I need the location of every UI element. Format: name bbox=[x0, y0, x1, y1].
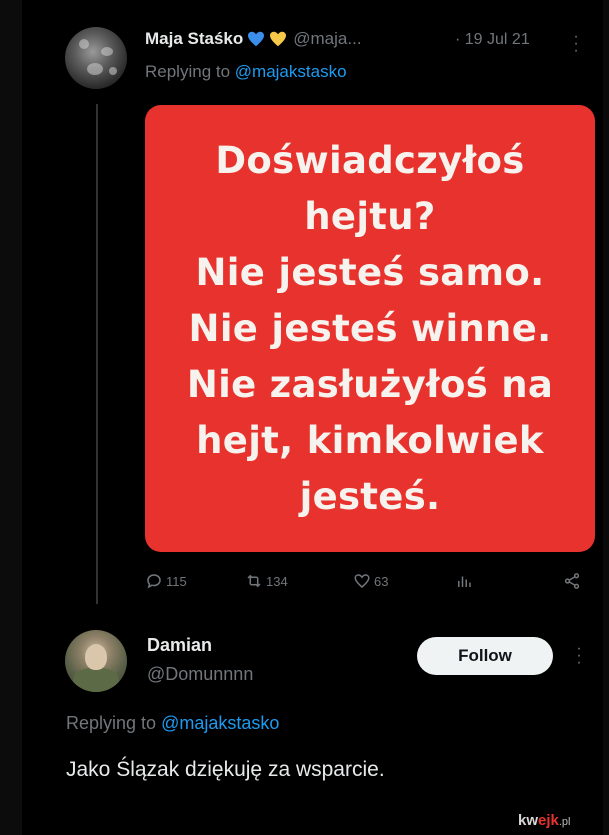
more-options-icon[interactable]: · · · bbox=[575, 641, 583, 671]
like-count: 63 bbox=[374, 573, 389, 589]
replying-to-label: Replying to bbox=[66, 713, 162, 733]
yellow-heart-icon bbox=[270, 31, 287, 47]
replying-to: Replying to @majakstasko bbox=[66, 713, 279, 734]
image-text-line: Nie zasłużyłoś na bbox=[186, 362, 554, 406]
retweet-button[interactable]: 134 bbox=[245, 572, 288, 590]
watermark-part: ejk bbox=[538, 812, 559, 829]
reply-count: 115 bbox=[166, 573, 187, 589]
reply-icon bbox=[147, 574, 161, 589]
image-text-line: hejtu? bbox=[304, 194, 436, 238]
tweet-text: Jako Ślązak dziękuję za wsparcie. bbox=[66, 758, 385, 781]
author-handle[interactable]: @Domunnnn bbox=[147, 664, 253, 685]
watermark-part: kw bbox=[518, 812, 539, 829]
tweet-timestamp[interactable]: · 19 Jul 21 bbox=[455, 31, 530, 49]
retweet-icon bbox=[247, 574, 261, 588]
image-text-line: Nie jesteś winne. bbox=[188, 306, 552, 350]
image-text: Doświadczyłoś hejtu? Nie jesteś samo. Ni… bbox=[187, 133, 553, 525]
replying-to-mention[interactable]: @majakstasko bbox=[235, 62, 347, 81]
replying-to-mention[interactable]: @majakstasko bbox=[161, 713, 279, 733]
watermark-part: .pl bbox=[558, 816, 571, 828]
share-icon bbox=[564, 573, 580, 589]
retweet-count: 134 bbox=[266, 573, 288, 589]
thread-connector-line bbox=[96, 104, 98, 604]
author-name[interactable]: Damian bbox=[147, 635, 212, 656]
replying-to: Replying to @majakstasko bbox=[145, 62, 347, 82]
author-name[interactable]: Maja Staśko bbox=[145, 29, 243, 49]
tweet-header: Maja Staśko @maja... bbox=[145, 29, 362, 49]
tweet-image-card[interactable]: Doświadczyłoś hejtu? Nie jesteś samo. Ni… bbox=[145, 105, 595, 552]
views-button[interactable] bbox=[455, 572, 473, 590]
replying-to-label: Replying to bbox=[145, 62, 235, 81]
follow-button[interactable]: Follow bbox=[417, 637, 553, 675]
blue-heart-icon bbox=[248, 31, 265, 47]
share-button[interactable] bbox=[563, 572, 581, 590]
image-text-line: hejt, kimkolwiek bbox=[196, 418, 544, 462]
image-frame-left bbox=[0, 0, 22, 835]
author-handle[interactable]: @maja... bbox=[293, 29, 361, 49]
image-text-line: Nie jesteś samo. bbox=[195, 250, 545, 294]
avatar[interactable] bbox=[65, 630, 127, 692]
image-frame-right bbox=[603, 0, 609, 835]
avatar[interactable] bbox=[65, 27, 127, 89]
tweet-actions: 115 134 63 bbox=[145, 572, 585, 596]
watermark-logo: kwejk.pl bbox=[518, 812, 571, 829]
analytics-icon bbox=[458, 576, 471, 587]
like-icon bbox=[354, 574, 370, 588]
more-options-icon[interactable]: · · · bbox=[572, 29, 580, 59]
reply-button[interactable]: 115 bbox=[145, 572, 187, 590]
image-text-line: Doświadczyłoś bbox=[215, 138, 525, 182]
image-text-line: jesteś. bbox=[299, 474, 441, 518]
like-button[interactable]: 63 bbox=[353, 572, 388, 590]
